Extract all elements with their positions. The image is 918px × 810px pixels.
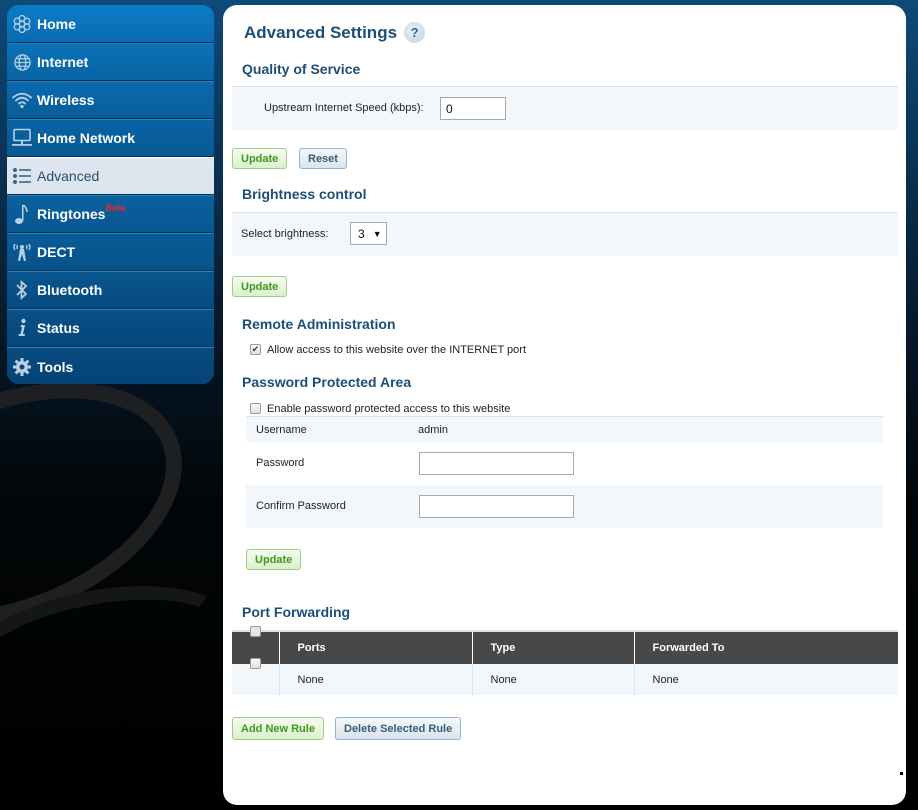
section-title-remote-admin: Remote Administration [242, 316, 396, 332]
sidebar-nav: Home Internet Wireless Home Network Adva… [7, 5, 214, 384]
gear-icon [7, 357, 37, 377]
sidebar-item-label: Tools [37, 358, 74, 375]
password-label: Password [256, 457, 305, 469]
section-title-brightness: Brightness control [242, 186, 367, 202]
page-title-text: Advanced Settings [244, 22, 398, 42]
brightness-label: Select brightness: [241, 228, 329, 240]
column-header-forwarded-to[interactable]: Forwarded To [633, 631, 898, 664]
sidebar-item-home[interactable]: Home [7, 5, 214, 43]
remote-access-label: Allow access to this website over the IN… [267, 344, 527, 356]
brightness-update-button[interactable]: Update [232, 276, 288, 297]
sidebar-item-wireless[interactable]: Wireless [7, 81, 214, 119]
brightness-row: Select brightness: 3 ▼ [232, 212, 898, 256]
section-title-port-forwarding: Port Forwarding [242, 604, 351, 620]
home-flower-icon [7, 14, 37, 34]
list-icon [7, 167, 37, 185]
sidebar-item-internet[interactable]: Internet [7, 43, 214, 81]
cell-type: None [471, 664, 634, 695]
brightness-select[interactable]: 3 ▼ [350, 222, 387, 245]
remote-access-checkbox[interactable]: ✔ [250, 344, 261, 355]
username-value: admin [418, 424, 448, 436]
password-update-button[interactable]: Update [246, 549, 302, 570]
confirm-password-row: Confirm Password [246, 485, 883, 528]
password-row: Password [246, 442, 883, 485]
sidebar-item-label: DECT [37, 244, 76, 260]
add-rule-button[interactable]: Add New Rule [232, 717, 324, 740]
table-row: None None None [232, 658, 898, 695]
column-header-type[interactable]: Type [471, 631, 634, 664]
select-all-checkbox[interactable] [250, 626, 261, 637]
main-panel: Advanced Settings ? Quality of Service U… [223, 5, 906, 805]
bluetooth-icon [7, 280, 37, 300]
section-title-qos: Quality of Service [242, 61, 361, 77]
sidebar-item-label: Advanced [37, 168, 100, 184]
confirm-password-label: Confirm Password [256, 500, 346, 512]
sidebar-item-advanced[interactable]: Advanced [7, 157, 214, 195]
port-forwarding-table: Ports Type Forwarded To None None None [232, 626, 898, 695]
delete-rule-button[interactable]: Delete Selected Rule [335, 717, 462, 740]
column-header-ports[interactable]: Ports [278, 631, 472, 664]
sidebar-item-label: Internet [37, 54, 89, 70]
confirm-password-input[interactable] [419, 495, 574, 518]
cell-forwarded-to: None [633, 664, 898, 695]
username-row: Username admin [246, 416, 883, 442]
monitor-network-icon [7, 128, 37, 148]
sidebar-item-label: Status [37, 320, 80, 336]
qos-row: Upstream Internet Speed (kbps): [232, 86, 898, 130]
sidebar-item-ringtones[interactable]: Ringtones Beta [7, 195, 214, 233]
sidebar-item-tools[interactable]: Tools [7, 347, 214, 384]
sidebar-item-label: Home Network [37, 130, 136, 146]
info-icon [7, 318, 37, 338]
brightness-selected-value: 3 [358, 226, 365, 241]
table-header-row: Ports Type Forwarded To [232, 626, 898, 664]
sidebar-item-label: Wireless [37, 92, 95, 108]
sidebar-item-label: Bluetooth [37, 282, 103, 298]
sidebar-item-label: Ringtones [37, 206, 106, 222]
wifi-icon [7, 91, 37, 109]
upstream-speed-input[interactable] [440, 97, 506, 120]
antenna-icon [7, 242, 37, 262]
row-checkbox[interactable] [250, 658, 261, 669]
row-select-cell [232, 658, 279, 695]
sidebar-item-label: Home [37, 15, 76, 32]
qos-reset-button[interactable]: Reset [299, 148, 347, 169]
section-title-password-area: Password Protected Area [242, 374, 412, 390]
qos-update-button[interactable]: Update [232, 148, 288, 169]
cell-ports: None [278, 664, 472, 695]
music-note-icon [7, 203, 37, 225]
password-input[interactable] [419, 452, 574, 475]
sidebar-item-dect[interactable]: DECT [7, 233, 214, 271]
sidebar-item-status[interactable]: Status [7, 309, 214, 347]
sidebar-item-home-network[interactable]: Home Network [7, 119, 214, 157]
sidebar-item-bluetooth[interactable]: Bluetooth [7, 271, 214, 309]
page-title: Advanced Settings ? [244, 22, 426, 43]
username-label: Username [256, 424, 307, 436]
password-protect-label: Enable password protected access to this… [267, 403, 511, 415]
dropdown-arrow-icon: ▼ [372, 228, 382, 239]
help-icon[interactable]: ? [404, 22, 426, 43]
globe-icon [7, 53, 37, 72]
resize-handle-icon[interactable] [900, 772, 903, 775]
beta-badge: Beta [105, 203, 125, 213]
upstream-speed-label: Upstream Internet Speed (kbps): [264, 102, 424, 114]
password-protect-checkbox[interactable] [250, 403, 261, 414]
